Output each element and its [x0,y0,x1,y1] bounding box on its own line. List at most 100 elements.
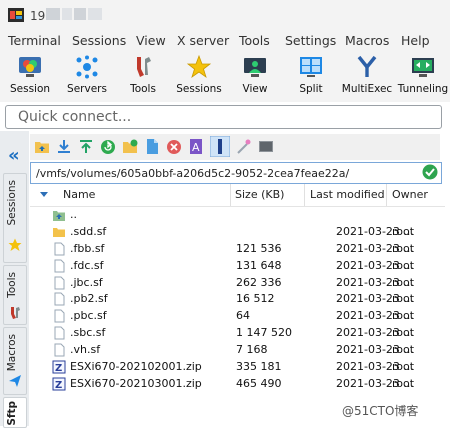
table-row[interactable]: .fbb.sf 121 536 2021-03-23 ... root [30,241,445,258]
table-row[interactable]: .sbc.sf 1 147 520 2021-03-23 ... root [30,325,445,342]
file-name: ESXi670-202103001.zip [70,376,202,390]
file-owner: root [392,343,415,357]
table-row[interactable]: Z ESXi670-202103001.zip 465 490 2021-03-… [30,376,445,393]
table-row[interactable]: .vh.sf 7 168 2021-03-23 ... root [30,342,445,359]
tab-sftp-label: Sftp [6,401,18,426]
column-name[interactable]: Name [63,188,95,201]
file-name: .sdd.sf [70,224,107,238]
file-icon [54,292,65,306]
file-name: .fbb.sf [70,241,105,255]
redacted-title-text-2 [62,8,72,20]
menu-settings[interactable]: Settings [285,33,336,48]
file-icon [54,326,65,340]
svg-text:Z: Z [55,380,62,391]
column-owner[interactable]: Owner [392,188,428,201]
quick-connect-input[interactable] [16,107,430,127]
file-size: 131 648 [236,258,282,272]
tab-sessions[interactable]: Sessions [3,173,27,263]
tunneling-label: Tunneling [397,83,449,95]
checkmark-icon[interactable] [422,164,438,180]
magic-wand-icon[interactable] [236,138,252,155]
file-size: 64 [236,309,250,323]
watermark: @51CTO博客 [342,404,419,418]
column-divider[interactable] [386,184,387,206]
file-owner: root [392,360,415,374]
file-owner: root [392,241,415,255]
file-name: .sbc.sf [70,326,106,340]
download-icon[interactable] [56,138,72,155]
sftp-toolbar: A [30,134,440,160]
parent-folder-icon[interactable] [34,138,50,155]
tab-tools[interactable]: Tools [3,265,27,325]
table-row[interactable]: .jbc.sf 262 336 2021-03-23 ... root [30,275,445,292]
tools-icon [137,57,151,77]
collapse-panel-icon[interactable]: « [8,145,20,166]
delete-icon[interactable] [166,138,182,155]
table-row[interactable]: .pbc.sf 64 2021-03-23 ... root [30,308,445,325]
file-name: ESXi670-202102001.zip [70,360,202,374]
star-icon [8,238,22,251]
file-name: .pbc.sf [70,309,107,323]
refresh-icon[interactable] [100,138,116,155]
rename-icon[interactable]: A [188,138,204,155]
table-row[interactable]: .fdc.sf 131 648 2021-03-23 ... root [30,258,445,275]
parent-directory-icon [53,211,65,221]
table-row[interactable]: .sdd.sf 2021-03-23 ... root [30,224,445,241]
left-side-panel: « Sessions Tools Macros Sftp [0,131,29,428]
redacted-title-text-4 [88,8,102,20]
menu-sessions[interactable]: Sessions [72,33,126,48]
zip-file-icon: Z [52,360,66,374]
column-modified[interactable]: Last modified [310,188,385,201]
menu-tools[interactable]: Tools [239,33,270,48]
tunneling-icon [412,58,434,77]
file-name: .jbc.sf [70,275,103,289]
file-owner: root [392,326,415,340]
new-folder-icon[interactable] [122,138,138,155]
upload-icon[interactable] [78,138,94,155]
view-icon [244,58,266,77]
svg-text:A: A [192,141,200,154]
file-name: .. [70,208,77,221]
file-size: 16 512 [236,292,275,306]
table-row[interactable]: .pb2.sf 16 512 2021-03-23 ... root [30,291,445,308]
tab-macros-label: Macros [6,334,18,372]
new-file-icon[interactable] [144,138,160,155]
menu-macros[interactable]: Macros [345,33,389,48]
tunneling-button[interactable]: Tunneling [393,52,450,102]
multiexec-icon [357,55,377,77]
file-name: .pb2.sf [70,292,108,306]
file-owner: root [392,258,415,272]
file-owner: root [392,309,415,323]
file-size: 465 490 [236,376,282,390]
file-icon [54,309,65,323]
file-icon [54,276,65,290]
main-toolbar: Session Servers Tools Sessions View Spli… [0,52,450,102]
zip-file-icon: Z [52,377,66,391]
menu-view[interactable]: View [136,33,166,48]
properties-icon[interactable] [210,136,230,157]
table-row[interactable]: .. [30,207,445,224]
column-size[interactable]: Size (KB) [235,188,284,201]
terminal-icon[interactable] [258,138,274,155]
folder-icon [53,227,65,237]
servers-icon [76,55,98,79]
file-size: 1 147 520 [236,326,292,340]
file-owner: root [392,224,415,238]
redacted-title-text-3 [74,8,86,20]
file-icon [54,343,65,357]
tab-macros[interactable]: Macros [3,327,27,395]
sort-arrow-icon [40,192,48,197]
split-icon [300,57,322,77]
menu-terminal[interactable]: Terminal [8,33,61,48]
path-input[interactable] [34,164,418,183]
menu-x-server[interactable]: X server [177,33,229,48]
file-size: 262 336 [236,275,282,289]
file-list: .. .sdd.sf 2021-03-23 ... root .fbb.sf 1… [30,207,445,393]
quick-connect [5,105,442,129]
menu-help[interactable]: Help [401,33,430,48]
tab-sftp[interactable]: Sftp [3,397,27,428]
column-divider[interactable] [230,184,231,206]
column-divider[interactable] [304,184,305,206]
file-name: .fdc.sf [70,258,104,272]
table-row[interactable]: Z ESXi670-202102001.zip 335 181 2021-03-… [30,359,445,376]
